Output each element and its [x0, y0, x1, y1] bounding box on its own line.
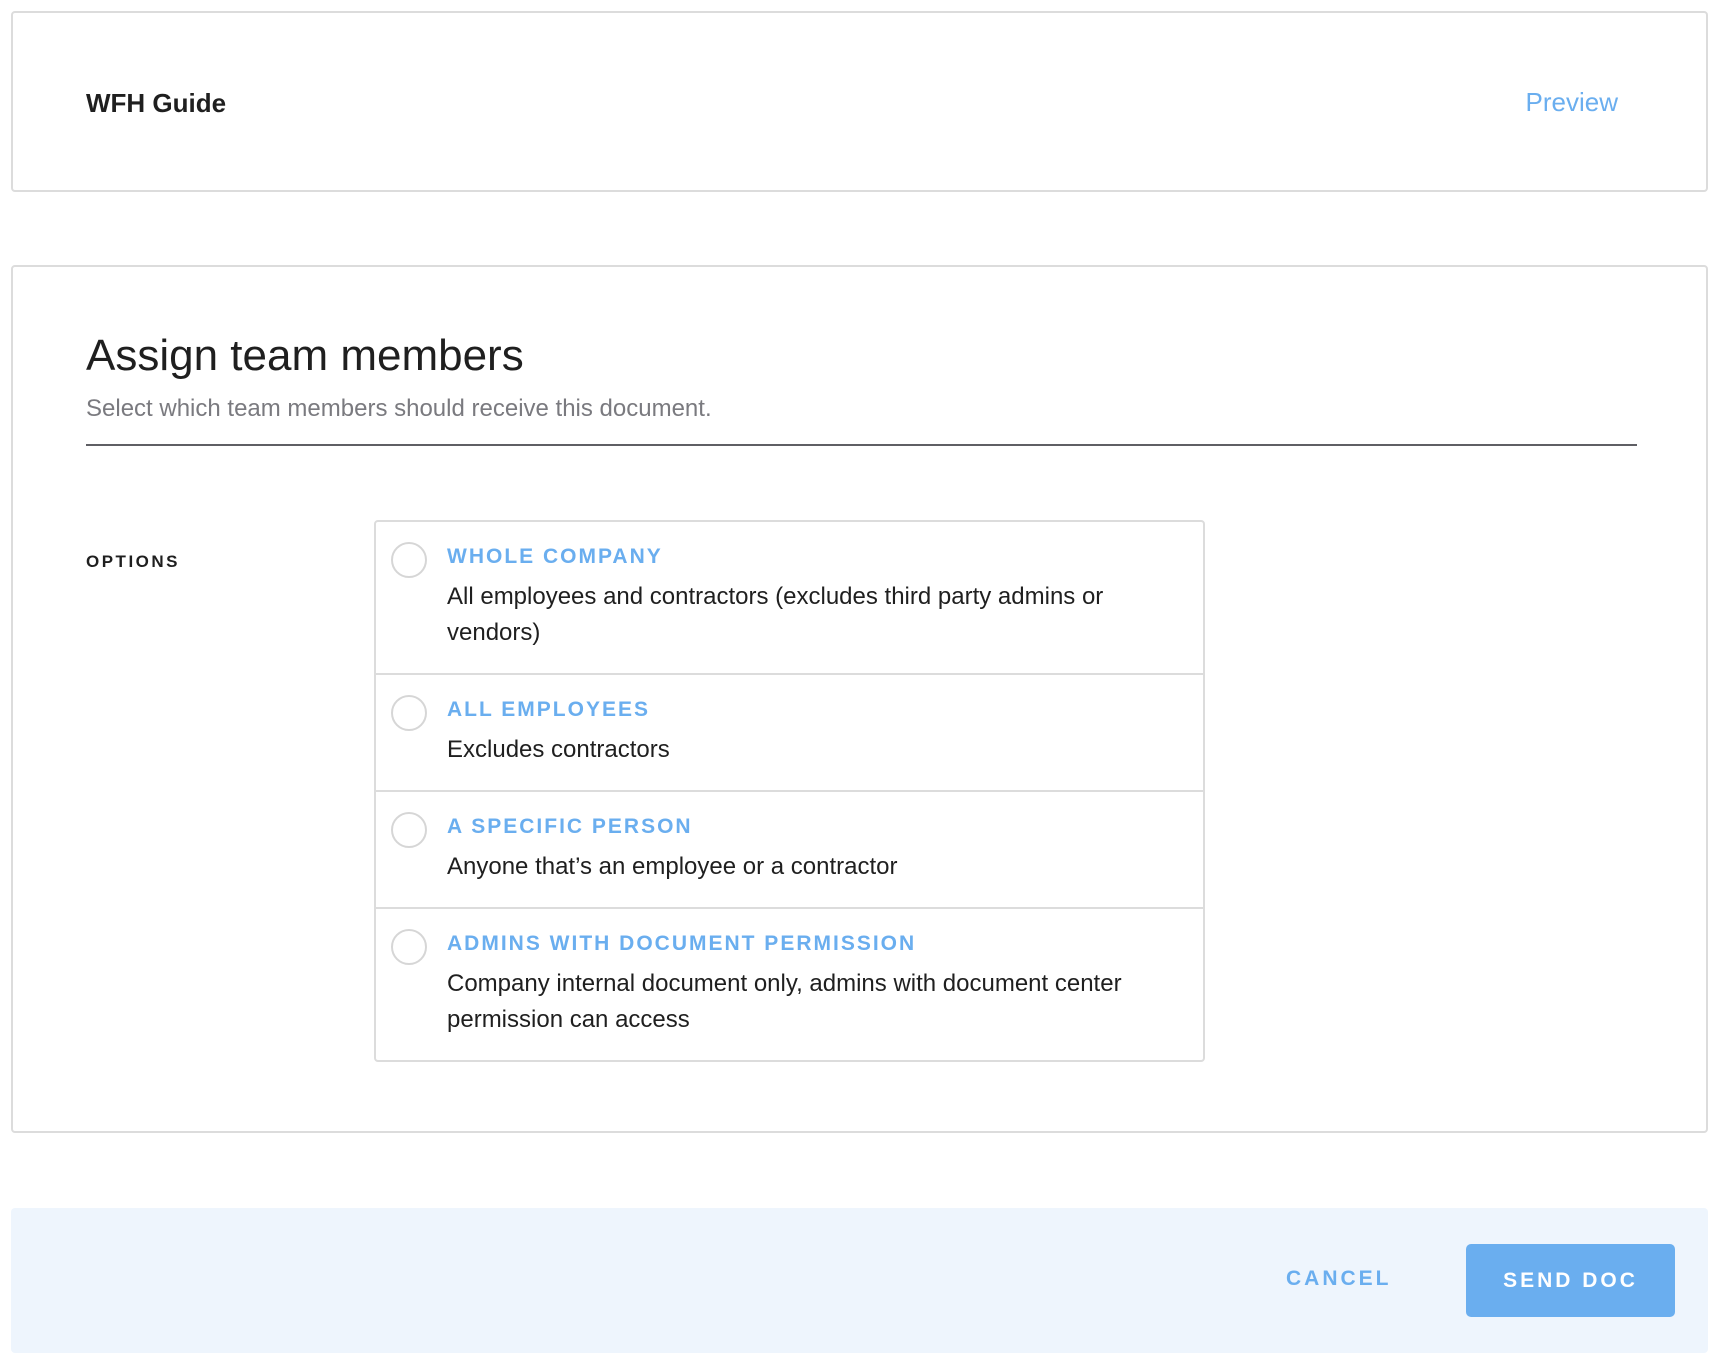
radio-all-employees[interactable] [391, 695, 427, 731]
options-label: OPTIONS [86, 552, 181, 571]
option-description: Anyone that’s an employee or a contracto… [447, 853, 898, 880]
option-all-employees[interactable]: ALL EMPLOYEES Excludes contractors [376, 675, 1203, 792]
option-specific-person[interactable]: A SPECIFIC PERSON Anyone that’s an emplo… [376, 792, 1203, 909]
radio-specific-person[interactable] [391, 812, 427, 848]
action-footer: CANCEL SEND DOC [11, 1208, 1708, 1353]
document-header-card: WFH Guide Preview [11, 11, 1708, 192]
cancel-button[interactable]: CANCEL [1286, 1267, 1392, 1291]
option-title: ADMINS WITH DOCUMENT PERMISSION [447, 932, 917, 955]
section-subtitle: Select which team members should receive… [86, 395, 712, 422]
option-title: WHOLE COMPANY [447, 545, 663, 568]
option-description: Excludes contractors [447, 736, 670, 763]
send-doc-button[interactable]: SEND DOC [1466, 1244, 1675, 1317]
section-divider [86, 444, 1637, 446]
option-description: Company internal document only, admins w… [447, 970, 1122, 1033]
radio-whole-company[interactable] [391, 542, 427, 578]
assignment-options-list: WHOLE COMPANY All employees and contract… [374, 520, 1205, 1062]
option-admins-document-permission[interactable]: ADMINS WITH DOCUMENT PERMISSION Company … [376, 909, 1203, 1060]
radio-admins-document-permission[interactable] [391, 929, 427, 965]
document-title: WFH Guide [86, 88, 227, 118]
option-description: All employees and contractors (excludes … [447, 583, 1104, 646]
section-title: Assign team members [86, 331, 524, 380]
option-title: A SPECIFIC PERSON [447, 815, 693, 838]
option-title: ALL EMPLOYEES [447, 698, 650, 721]
assign-team-members-card: Assign team members Select which team me… [11, 265, 1708, 1133]
option-whole-company[interactable]: WHOLE COMPANY All employees and contract… [376, 522, 1203, 675]
preview-link[interactable]: Preview [1526, 87, 1618, 118]
send-document-page: WFH Guide Preview Assign team members Se… [0, 0, 1718, 1360]
